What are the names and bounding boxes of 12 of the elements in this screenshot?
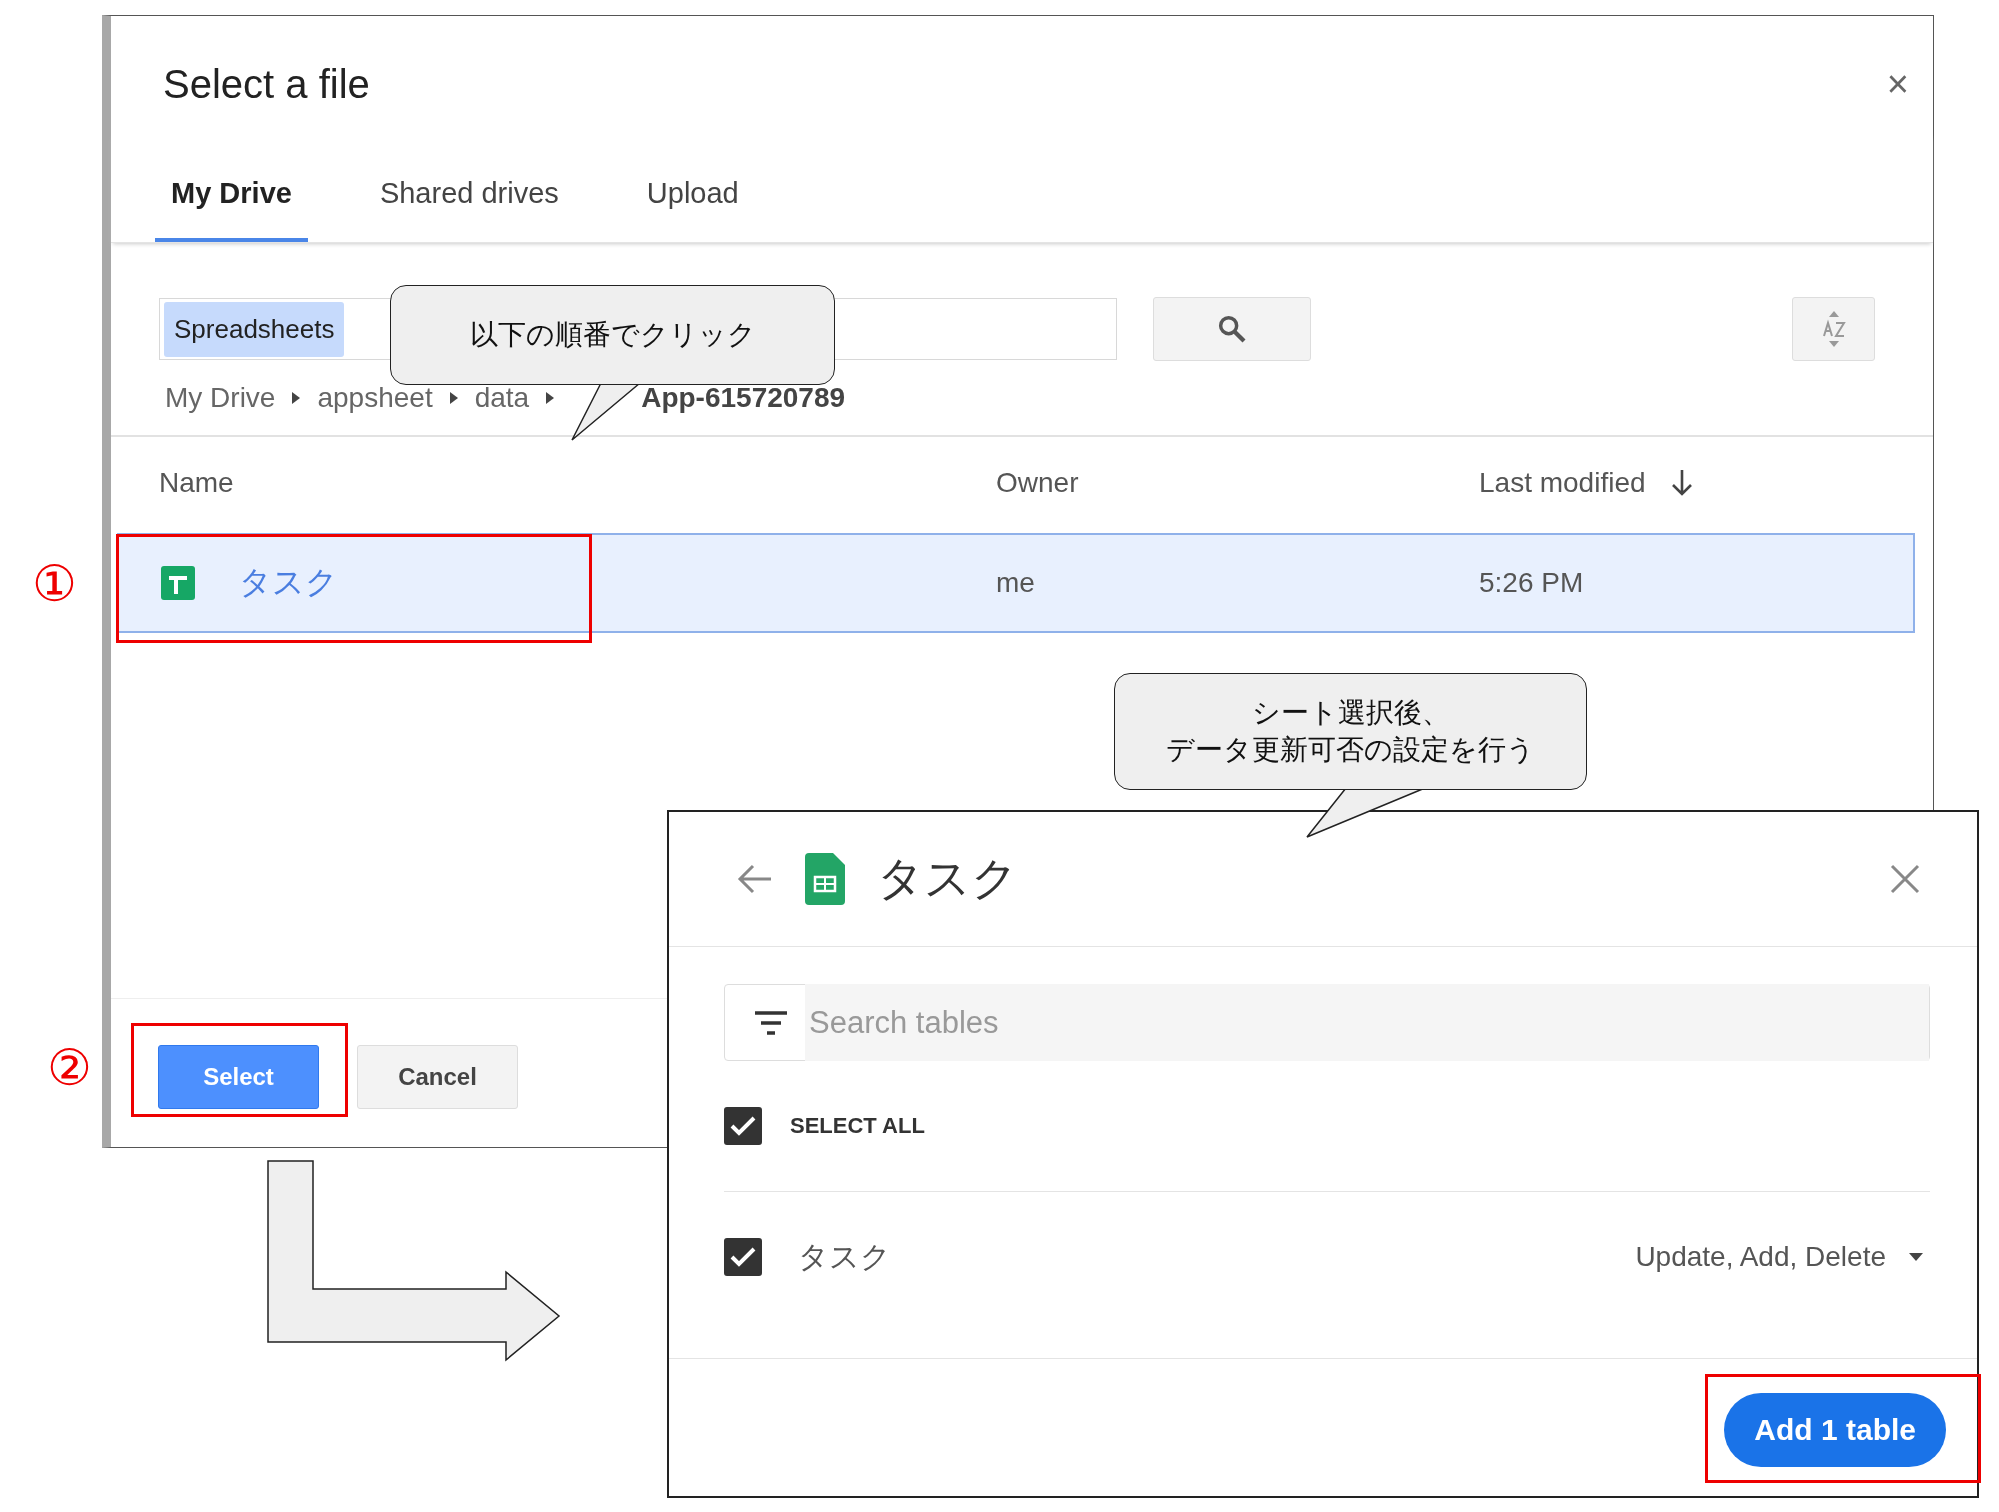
callout-text: シート選択後、 xyxy=(1251,696,1450,731)
modified-cell: 5:26 PM xyxy=(1479,566,1584,599)
dialog-title: Select a file xyxy=(163,61,370,107)
file-name: タスク xyxy=(239,562,338,602)
table-name: タスク xyxy=(798,1238,892,1275)
step-number: ② xyxy=(47,1043,92,1093)
select-all-label: SELECT ALL xyxy=(790,1113,925,1139)
step-number: ① xyxy=(32,559,77,609)
callout-text: データ更新可否の設定を行う xyxy=(1166,732,1535,767)
sheet-title: タスク xyxy=(877,851,1019,906)
callout-text: 以下の順番でクリック xyxy=(469,317,756,352)
owner-cell: me xyxy=(996,566,1035,598)
